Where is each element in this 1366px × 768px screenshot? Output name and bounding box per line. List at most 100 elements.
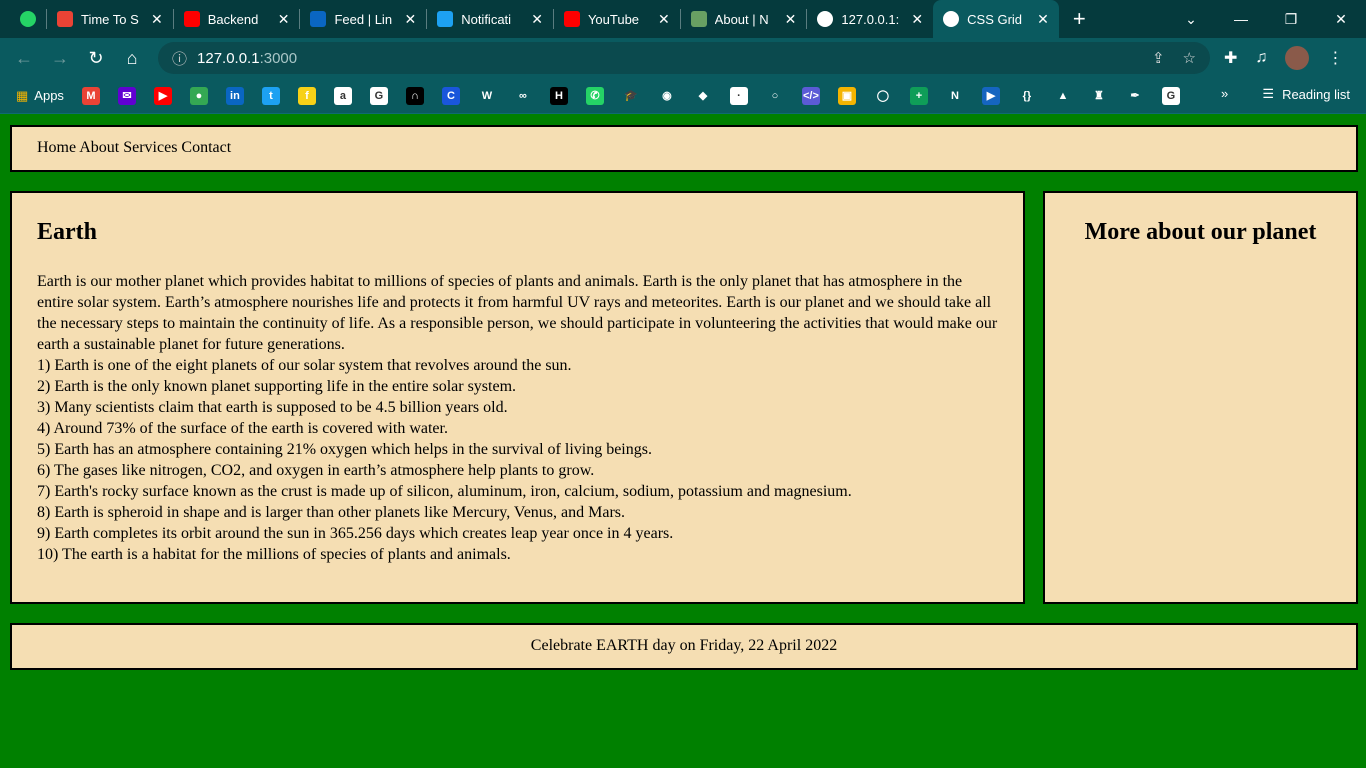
close-tab-icon[interactable]: ✕ — [531, 11, 543, 28]
hackerrank-icon[interactable]: H — [549, 86, 568, 105]
tab-search-icon[interactable]: ⌄ — [1166, 11, 1216, 28]
google-icon[interactable]: G — [1161, 86, 1180, 105]
close-tab-icon[interactable]: ✕ — [404, 11, 416, 28]
netflix-icon[interactable]: N — [945, 86, 964, 105]
gmail-icon — [57, 11, 73, 27]
youtube-icon — [563, 11, 580, 27]
tab-title: Backend — [207, 11, 259, 27]
bookmark-star-icon[interactable]: ☆ — [1183, 49, 1196, 67]
facts-list: 1) Earth is one of the eight planets of … — [37, 355, 998, 565]
restore-button[interactable]: ❐ — [1266, 11, 1316, 28]
linkedin-icon[interactable]: in — [225, 86, 244, 105]
maps-icon[interactable]: ● — [189, 86, 208, 105]
page-icon[interactable]: · — [729, 86, 748, 105]
tab-title: Time To S — [81, 11, 139, 27]
tab[interactable]: Backend ✕ — [174, 0, 300, 38]
bookmark-black-icon[interactable]: ∩ — [405, 86, 424, 105]
plus-icon[interactable]: + — [909, 86, 928, 105]
home-button[interactable]: ⌂ — [114, 48, 150, 69]
reading-list-label: Reading list — [1282, 86, 1350, 102]
youtube-icon[interactable]: ▶ — [153, 86, 172, 105]
url-port: :3000 — [259, 49, 298, 67]
tab-title: CSS Grid — [967, 11, 1023, 27]
sidebar-title: More about our planet — [1084, 219, 1317, 245]
google-icon[interactable]: G — [369, 86, 388, 105]
extensions-icon[interactable]: ✚ — [1224, 48, 1237, 68]
whatsapp-icon — [20, 11, 36, 27]
fact-item: 1) Earth is one of the eight planets of … — [37, 357, 572, 374]
tab[interactable]: 127.0.0.1: ✕ — [807, 0, 933, 38]
graduation-cap-icon[interactable]: 🎓 — [621, 86, 640, 105]
fact-item: 10) The earth is a habitat for the milli… — [37, 546, 511, 563]
diamond-icon[interactable]: ◆ — [693, 86, 712, 105]
close-tab-icon[interactable]: ✕ — [658, 11, 670, 28]
back-button[interactable]: ← — [6, 48, 42, 69]
site-nav: Home About Services Contact — [10, 125, 1358, 172]
main-title: Earth — [37, 219, 97, 245]
brackets-icon[interactable]: {} — [1017, 86, 1036, 105]
main-content: Earth Earth is our mother planet which p… — [10, 191, 1025, 604]
close-tab-icon[interactable]: ✕ — [785, 11, 797, 28]
tab[interactable]: Notificati ✕ — [427, 0, 553, 38]
apps-label: Apps — [34, 88, 64, 103]
youtube-icon — [183, 11, 200, 27]
yahoo-mail-icon[interactable]: ✉ — [117, 86, 136, 105]
twitter-icon — [437, 11, 454, 27]
close-tab-icon[interactable]: ✕ — [151, 11, 163, 28]
fact-item: 4) Around 73% of the surface of the eart… — [37, 420, 448, 437]
fact-item: 9) Earth completes its orbit around the … — [37, 525, 674, 542]
address-bar[interactable]: ⓘ 127.0.0.1:3000 ⇪ ☆ — [158, 42, 1210, 74]
gmail-icon[interactable]: M — [81, 86, 100, 105]
forward-button[interactable]: → — [42, 48, 78, 69]
minimize-button[interactable]: — — [1216, 11, 1266, 27]
close-tab-icon[interactable]: ✕ — [911, 11, 923, 28]
info-icon[interactable]: ⓘ — [172, 48, 187, 69]
github-icon[interactable]: ◉ — [657, 86, 676, 105]
tab-bar: Time To S ✕ Backend ✕ Feed | Lin ✕ Notificati ✕… — [0, 0, 1366, 38]
geeksforgeeks-icon[interactable]: ∞ — [513, 86, 532, 105]
code-icon[interactable]: </> — [801, 86, 820, 105]
w-icon[interactable]: W — [477, 86, 496, 105]
tab[interactable]: YouTube ✕ — [554, 0, 680, 38]
tab-title: Feed | Lin — [334, 11, 393, 27]
google-drive-icon[interactable]: ▲ — [1053, 86, 1072, 105]
whatsapp-icon[interactable]: ✆ — [585, 86, 604, 105]
fact-item: 8) Earth is spheroid in shape and is lar… — [37, 504, 625, 521]
circle-dashed-icon[interactable]: ○ — [765, 86, 784, 105]
apps-button[interactable]: ▦ Apps — [16, 88, 64, 104]
reload-button[interactable]: ↻ — [78, 48, 114, 69]
nodejs-icon — [690, 11, 707, 27]
footer: Celebrate EARTH day on Friday, 22 April … — [10, 623, 1358, 670]
pen-icon[interactable]: ✒ — [1125, 86, 1144, 105]
fact-item: 2) Earth is the only known planet suppor… — [37, 378, 517, 395]
menu-icon[interactable]: ⋮ — [1327, 48, 1343, 68]
tab[interactable] — [10, 0, 46, 38]
flipkart-icon[interactable]: f — [297, 86, 316, 105]
c-icon[interactable]: C — [441, 86, 460, 105]
profile-avatar[interactable] — [1285, 46, 1310, 70]
tab[interactable]: Feed | Lin ✕ — [300, 0, 426, 38]
more-bookmarks-icon[interactable]: » — [1221, 86, 1228, 101]
fact-item: 5) Earth has an atmosphere containing 21… — [37, 441, 652, 458]
url-host: 127.0.0.1 — [197, 49, 260, 67]
tab[interactable]: CSS Grid ✕ — [933, 0, 1059, 38]
tab[interactable]: About | N ✕ — [681, 0, 807, 38]
nav-links[interactable]: Home About Services Contact — [37, 139, 231, 156]
new-tab-button[interactable]: + — [1073, 6, 1086, 32]
figure-icon[interactable]: ♜ — [1089, 86, 1108, 105]
share-icon[interactable]: ⇪ — [1152, 49, 1165, 67]
play-icon[interactable]: ▶ — [981, 86, 1000, 105]
circle-icon[interactable]: ◯ — [873, 86, 892, 105]
tab[interactable]: Time To S ✕ — [47, 0, 173, 38]
globe-icon — [943, 11, 960, 27]
amazon-icon[interactable]: a — [333, 86, 352, 105]
tab-title: YouTube — [587, 11, 640, 27]
close-window-button[interactable]: ✕ — [1316, 11, 1366, 28]
reading-list-button[interactable]: ☰ Reading list — [1262, 86, 1350, 102]
twitter-icon[interactable]: t — [261, 86, 280, 105]
close-tab-icon[interactable]: ✕ — [278, 11, 290, 28]
media-control-icon[interactable]: ♫ — [1255, 49, 1267, 67]
classroom-icon[interactable]: ▣ — [837, 86, 856, 105]
tab-title: Notificati — [461, 11, 512, 27]
close-tab-icon[interactable]: ✕ — [1037, 11, 1049, 28]
